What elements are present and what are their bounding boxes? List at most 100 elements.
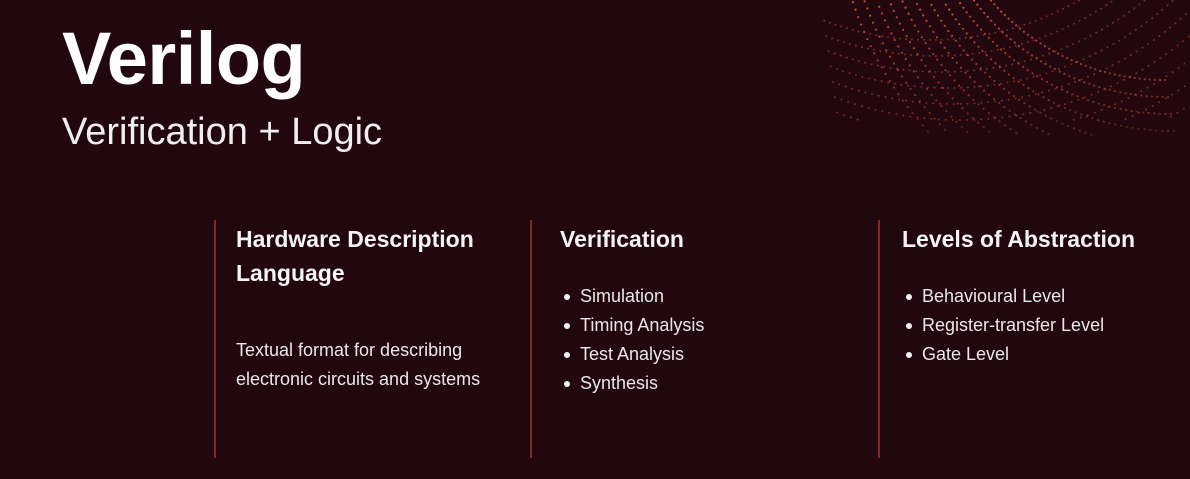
decoration-dot <box>1000 99 1003 102</box>
decoration-dot <box>876 64 879 67</box>
decoration-dot <box>947 29 950 33</box>
decoration-dot <box>922 14 925 17</box>
decoration-dot <box>1017 44 1021 48</box>
decoration-dot <box>1082 58 1085 61</box>
decoration-dot <box>891 51 894 54</box>
column-divider-3 <box>878 220 880 458</box>
decoration-dot <box>1118 74 1121 77</box>
decoration-dot <box>1051 13 1054 15</box>
decoration-dot <box>966 86 969 89</box>
decoration-dot <box>938 123 941 126</box>
decoration-dot <box>973 41 976 44</box>
decoration-dot <box>1100 49 1103 52</box>
decoration-dot <box>1141 46 1144 49</box>
decoration-dot <box>1183 85 1186 88</box>
decoration-dot <box>854 74 857 76</box>
decoration-dot <box>946 87 949 89</box>
decoration-dot <box>906 105 909 108</box>
decoration-dot <box>1088 82 1091 85</box>
decoration-dot <box>1122 78 1125 81</box>
decoration-dot <box>983 89 986 92</box>
decoration-dot <box>965 11 968 14</box>
decoration-dot <box>982 34 985 37</box>
decoration-dot <box>921 124 924 127</box>
decoration-dot <box>916 54 919 57</box>
decoration-dot <box>1028 105 1031 108</box>
decoration-dot <box>954 18 957 21</box>
decoration-dot <box>1089 34 1092 37</box>
decoration-dot <box>1100 108 1103 111</box>
decoration-dot <box>1001 116 1004 119</box>
decoration-dot <box>1064 65 1067 68</box>
decoration-dot <box>951 118 954 121</box>
decoration-dot <box>955 120 958 123</box>
decoration-dot <box>923 106 926 109</box>
decoration-dot <box>1042 54 1045 57</box>
decoration-dot <box>1166 95 1170 99</box>
decoration-dot <box>988 93 991 96</box>
decoration-dot <box>1138 111 1141 114</box>
decoration-dot <box>943 46 946 49</box>
decoration-dot <box>1058 70 1061 73</box>
decoration-dot <box>984 71 987 74</box>
decoration-dot <box>1088 55 1091 58</box>
decoration-dot <box>1047 99 1050 102</box>
decoration-dot <box>1008 115 1011 118</box>
decoration-dot <box>1171 93 1174 96</box>
decoration-dot <box>1112 43 1115 45</box>
decoration-dot <box>1127 97 1130 99</box>
decoration-dot <box>1026 41 1029 44</box>
decoration-dot <box>861 75 864 78</box>
decoration-dot <box>1149 128 1152 132</box>
decoration-dot <box>848 72 851 75</box>
decoration-dot <box>1140 25 1143 28</box>
decoration-dot <box>1114 123 1117 126</box>
decoration-dot <box>928 70 931 73</box>
decoration-dot <box>840 98 843 101</box>
decoration-dot <box>935 36 939 39</box>
decoration-dot <box>892 9 895 12</box>
decoration-dot <box>973 102 976 105</box>
decoration-dot <box>913 85 916 88</box>
decoration-dot <box>928 39 931 41</box>
decoration-dot <box>1133 93 1136 96</box>
decoration-dot <box>857 89 860 92</box>
decoration-dot <box>1013 113 1017 116</box>
decoration-dot <box>969 36 972 40</box>
decoration-dot <box>932 30 935 33</box>
decoration-dot <box>919 8 922 11</box>
decoration-dot <box>1041 130 1044 133</box>
decoration-dot <box>912 47 915 50</box>
decoration-dot <box>1034 93 1037 96</box>
decoration-dot <box>1015 114 1018 117</box>
decoration-dot <box>924 41 927 45</box>
decoration-dot <box>996 6 999 9</box>
decoration-dot <box>937 118 940 121</box>
decoration-dot <box>1029 58 1032 61</box>
decoration-dot <box>1063 72 1066 75</box>
decoration-dot <box>976 35 979 38</box>
decoration-dot <box>972 98 975 101</box>
decoration-dot <box>833 52 836 55</box>
decoration-dot <box>838 83 841 86</box>
decoration-dot <box>1048 52 1051 55</box>
decoration-dot <box>1089 66 1092 69</box>
decoration-dot <box>920 36 923 39</box>
decoration-dot <box>993 79 996 83</box>
list-item: Register-transfer Level <box>902 311 1182 340</box>
decoration-dot <box>910 54 912 56</box>
decoration-dot <box>896 68 899 72</box>
decoration-dot <box>992 66 995 69</box>
decoration-dot <box>982 126 985 129</box>
decoration-dot <box>845 56 848 59</box>
decoration-dot <box>973 69 975 72</box>
decoration-dot <box>831 37 834 40</box>
decoration-dot <box>948 74 952 77</box>
decoration-dot <box>1095 31 1098 34</box>
decoration-dot <box>1027 87 1030 90</box>
decoration-dot <box>1049 65 1052 68</box>
decoration-dot <box>1050 107 1053 110</box>
decoration-dot <box>902 114 905 117</box>
decoration-dot <box>998 83 1001 86</box>
decoration-dot <box>837 39 840 42</box>
